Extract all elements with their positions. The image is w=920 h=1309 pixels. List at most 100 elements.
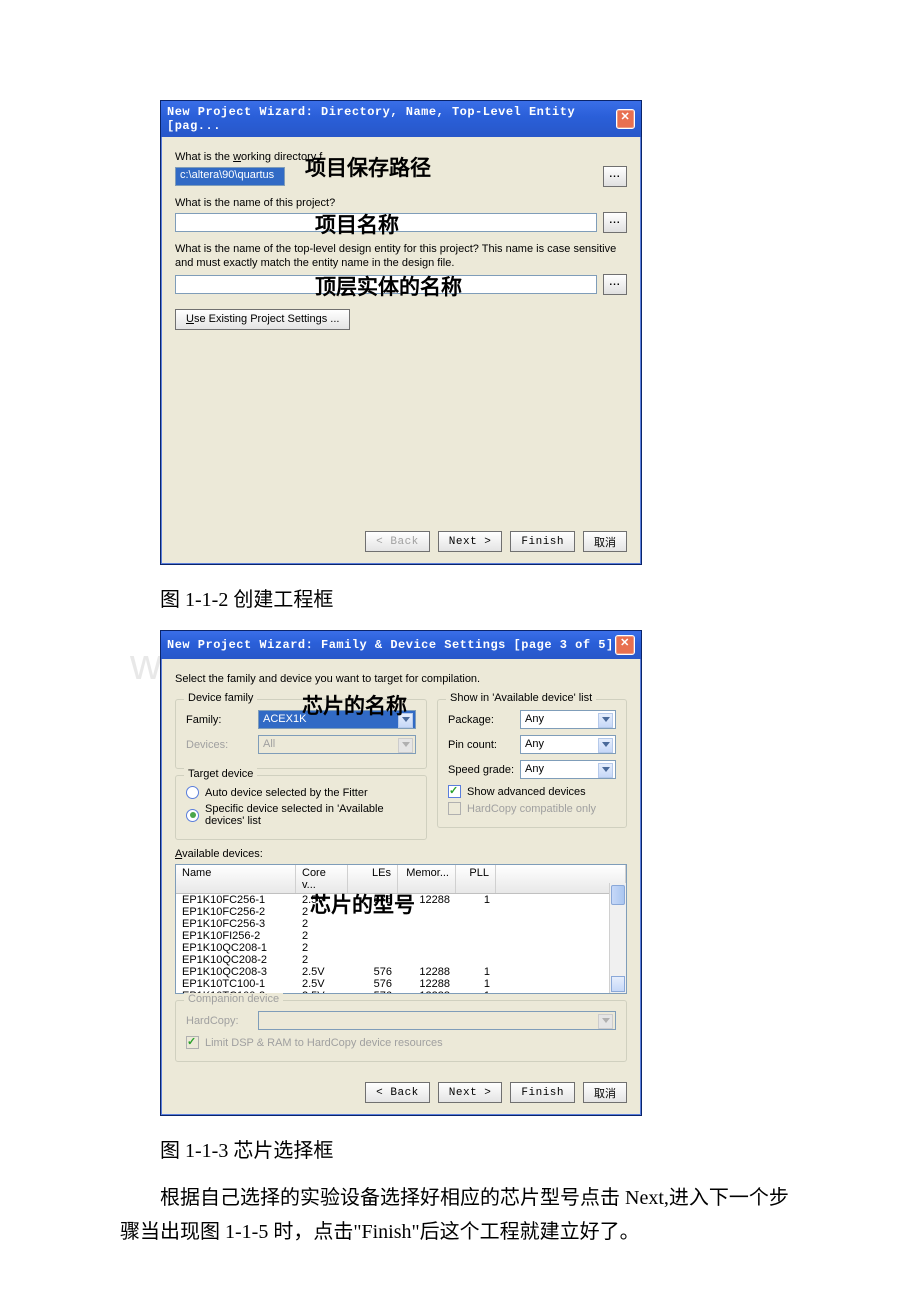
table-row[interactable]: EP1K10QC208-22 [176,954,626,966]
radio-auto[interactable]: Auto device selected by the Fitter [186,786,416,799]
cell-name: EP1K10TC100-1 [176,978,296,990]
cell-name: EP1K10FC256-3 [176,918,296,930]
cell-pll [456,954,496,966]
col-les[interactable]: LEs [348,865,398,893]
cell-les [348,906,398,918]
back-button[interactable]: < Back [365,531,430,552]
working-dir-input[interactable]: c:\altera\90\quartus [175,167,285,186]
col-name[interactable]: Name [176,865,296,893]
col-mem[interactable]: Memor... [398,865,456,893]
package-combo[interactable]: Any [520,710,616,729]
device-listview[interactable]: Name Core v... LEs Memor... PLL EP1K10FC… [175,864,627,994]
cell-les [348,930,398,942]
checkbox-icon [448,785,461,798]
cell-mem: 12288 [398,978,456,990]
cell-les [348,954,398,966]
project-name-label: What is the name of this project? [175,197,627,209]
table-row[interactable]: EP1K10QC208-12 [176,942,626,954]
cell-les: 576 [348,978,398,990]
table-row[interactable]: EP1K10FC256-12.5V576122881 [176,894,626,906]
finish-button[interactable]: Finish [510,531,575,552]
dialog-body: Select the family and device you want to… [161,659,641,1072]
scroll-down-icon[interactable] [611,976,625,992]
devices-combo: All [258,735,416,754]
browse-button[interactable]: ... [603,166,627,187]
radio-specific[interactable]: Specific device selected in 'Available d… [186,803,416,827]
next-button[interactable]: Next > [438,1082,503,1103]
package-label: Package: [448,714,520,726]
checkbox-icon [186,1036,199,1049]
figure-caption-1: 图 1-1-2 创建工程框 [160,583,800,612]
wizard-dialog-directory: New Project Wizard: Directory, Name, Top… [160,100,642,565]
dialog-title: New Project Wizard: Directory, Name, Top… [167,105,616,133]
pincount-label: Pin count: [448,739,520,751]
cell-name: EP1K10FI256-2 [176,930,296,942]
close-icon[interactable]: ✕ [615,635,635,655]
cell-les: 576 [348,894,398,906]
col-core[interactable]: Core v... [296,865,348,893]
listview-header: Name Core v... LEs Memor... PLL [176,865,626,894]
close-icon[interactable]: ✕ [616,109,635,129]
cancel-button[interactable]: 取消 [583,1082,627,1103]
speed-combo[interactable]: Any [520,760,616,779]
cell-name: EP1K10QC208-3 [176,966,296,978]
family-combo[interactable]: ACEX1K [258,710,416,729]
check-hardcopy-only: HardCopy compatible only [448,802,616,815]
speed-label: Speed grade: [448,764,520,776]
project-name-row: ... 项目名称 [175,212,627,233]
check-advanced[interactable]: Show advanced devices [448,785,616,798]
cell-core: 2 [296,954,348,966]
cell-pll [456,918,496,930]
cell-mem [398,954,456,966]
pincount-combo[interactable]: Any [520,735,616,754]
scrollbar[interactable] [609,883,626,993]
use-existing-button[interactable]: Use Existing Project Settings ... [175,309,350,330]
table-row[interactable]: EP1K10FI256-22 [176,930,626,942]
cell-les [348,942,398,954]
body-paragraph: 根据自己选择的实验设备选择好相应的芯片型号点击 Next,进入下一个步骤当出现图… [120,1181,800,1249]
cell-mem: 12288 [398,966,456,978]
group-title: Device family [184,692,257,704]
col-pll[interactable]: PLL [456,865,496,893]
back-button[interactable]: < Back [365,1082,430,1103]
browse-button[interactable]: ... [603,274,627,295]
group-title: Show in 'Available device' list [446,692,596,704]
cell-core: 2.5V [296,894,348,906]
cell-core: 2 [296,918,348,930]
table-row[interactable]: EP1K10TC100-12.5V576122881 [176,978,626,990]
document-page: New Project Wizard: Directory, Name, Top… [0,0,920,1309]
finish-button[interactable]: Finish [510,1082,575,1103]
device-family-group: Device family Family: ACEX1K Devices: Al… [175,699,427,769]
top-row: Device family Family: ACEX1K Devices: Al… [175,693,627,840]
cell-core: 2.5V [296,978,348,990]
cell-mem: 12288 [398,894,456,906]
wizard-dialog-device: New Project Wizard: Family & Device Sett… [160,630,642,1116]
next-button[interactable]: Next > [438,531,503,552]
cell-mem: 12288 [398,990,456,994]
dialog-button-row: < Back Next > Finish 取消 [161,521,641,564]
table-row[interactable]: EP1K10FC256-22 [176,906,626,918]
check-limit-dsp: Limit DSP & RAM to HardCopy device resou… [186,1036,616,1049]
group-title: Target device [184,768,257,780]
check-label: Show advanced devices [467,786,586,798]
titlebar: New Project Wizard: Family & Device Sett… [161,631,641,659]
cell-les: 576 [348,990,398,994]
dialog-body: What is the working directory f c:\alter… [161,137,641,521]
working-dir-row: c:\altera\90\quartus ... 项目保存路径 [175,166,627,187]
browse-button[interactable]: ... [603,212,627,233]
cancel-button[interactable]: 取消 [583,531,627,552]
figure-caption-2: 图 1-1-3 芯片选择框 [160,1134,800,1163]
cell-pll: 1 [456,966,496,978]
table-row[interactable]: EP1K10QC208-32.5V576122881 [176,966,626,978]
hardcopy-label: HardCopy: [186,1015,258,1027]
working-dir-label: What is the working directory f [175,151,627,163]
radio-label: Auto device selected by the Fitter [205,787,368,799]
project-name-input[interactable] [175,213,597,232]
cell-name: EP1K10QC208-1 [176,942,296,954]
scroll-thumb[interactable] [611,885,625,905]
table-row[interactable]: EP1K10FC256-32 [176,918,626,930]
group-title: Companion device [184,993,283,1005]
radio-icon [186,786,199,799]
toplevel-input[interactable] [175,275,597,294]
cell-core: 2.5V [296,966,348,978]
